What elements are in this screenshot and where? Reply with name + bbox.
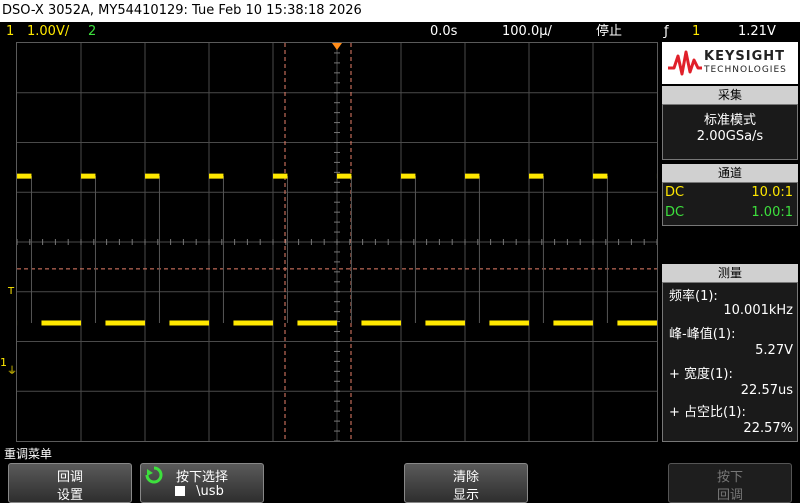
logo-brand: KEYSIGHT [704, 49, 785, 64]
softkey-bar: 重调菜单 回调 设置 按下选择 \usb 清除 显示 按下 回调 [0, 444, 800, 503]
window-title: DSO-X 3052A, MY54410129: Tue Feb 10 15:3… [2, 3, 362, 18]
channels-box[interactable]: DC 10.0:1 DC 1.00:1 [662, 182, 798, 226]
softkey-3-line1: 清除 [452, 470, 479, 485]
ch1-number[interactable]: 1 [6, 22, 14, 42]
softkey-press-recall[interactable]: 按下 回调 [668, 463, 792, 503]
softkey-4-line2: 回调 [716, 488, 743, 503]
keysight-logo: KEYSIGHT TECHNOLOGIES [662, 42, 798, 84]
measure-label-frequency: 频率(1): [669, 289, 718, 304]
softkey-select-file[interactable]: 按下选择 \usb [140, 463, 264, 503]
softkey-2-line1: 按下选择 [175, 470, 228, 485]
softkey-clear-display[interactable]: 清除 显示 [404, 463, 528, 503]
ch1-ground-marker: 1 [0, 356, 7, 369]
measure-value-peak-to-peak: 5.27V [755, 343, 793, 358]
measure-label-width: + 宽度(1): [669, 367, 733, 382]
keysight-wave-icon [668, 50, 702, 76]
ch2-probe: 1.00:1 [751, 205, 793, 220]
logo-subtitle: TECHNOLOGIES [704, 65, 787, 75]
trigger-source[interactable]: 1 [692, 22, 700, 42]
time-scale[interactable]: 100.0µ/ [502, 22, 552, 42]
measure-value-frequency: 10.001kHz [723, 303, 793, 318]
ch1-probe: 10.0:1 [751, 185, 793, 200]
ch1-scale[interactable]: 1.00V/ [27, 22, 69, 42]
softkey-1-line1: 回调 [56, 470, 83, 485]
ch1-coupling: DC [665, 185, 685, 200]
trigger-level[interactable]: 1.21V [738, 22, 776, 42]
window-title-bar: DSO-X 3052A, MY54410129: Tue Feb 10 15:3… [0, 0, 800, 22]
waveform-display[interactable] [16, 42, 658, 442]
measure-label-duty-cycle: + 占空比(1): [669, 405, 746, 420]
softkey-3-line2: 显示 [452, 488, 479, 503]
measurements-box[interactable]: 频率(1): 10.001kHz 峰-峰值(1): 5.27V + 宽度(1):… [662, 282, 798, 442]
run-state[interactable]: 停止 [596, 22, 622, 42]
measure-label-peak-to-peak: 峰-峰值(1): [669, 327, 736, 342]
measurements-header: 测量 [662, 264, 798, 282]
scope-graticule [17, 43, 657, 441]
side-panel: KEYSIGHT TECHNOLOGIES 采集 标准模式 2.00GSa/s … [660, 42, 800, 442]
trigger-edge-icon: ƒ [664, 24, 669, 39]
softkey-1-line2: 设置 [56, 488, 83, 503]
acquisition-box[interactable]: 标准模式 2.00GSa/s [662, 104, 798, 160]
left-markers: T 1 ⏚ [0, 42, 17, 442]
ch2-coupling: DC [665, 205, 685, 220]
softkey-4-line1: 按下 [716, 470, 743, 485]
measure-value-width: 22.57us [740, 383, 793, 398]
acquisition-mode: 标准模式 [703, 113, 756, 128]
ch2-number[interactable]: 2 [88, 22, 96, 42]
acquisition-header: 采集 [662, 86, 798, 104]
softkey-recall-setup[interactable]: 回调 设置 [8, 463, 132, 503]
menu-title: 重调菜单 [4, 447, 53, 461]
trigger-level-marker: T [8, 286, 15, 297]
status-bar: 1 1.00V/ 2 0.0s 100.0µ/ 停止 ƒ 1 1.21V [0, 22, 800, 42]
channels-header: 通道 [662, 164, 798, 182]
trigger-position-marker [332, 43, 342, 50]
time-delay[interactable]: 0.0s [430, 22, 457, 42]
softkey-2-line2: \usb [196, 484, 224, 499]
sample-rate: 2.00GSa/s [696, 129, 764, 144]
usb-drive-icon [175, 486, 185, 496]
measure-value-duty-cycle: 22.57% [743, 421, 793, 436]
